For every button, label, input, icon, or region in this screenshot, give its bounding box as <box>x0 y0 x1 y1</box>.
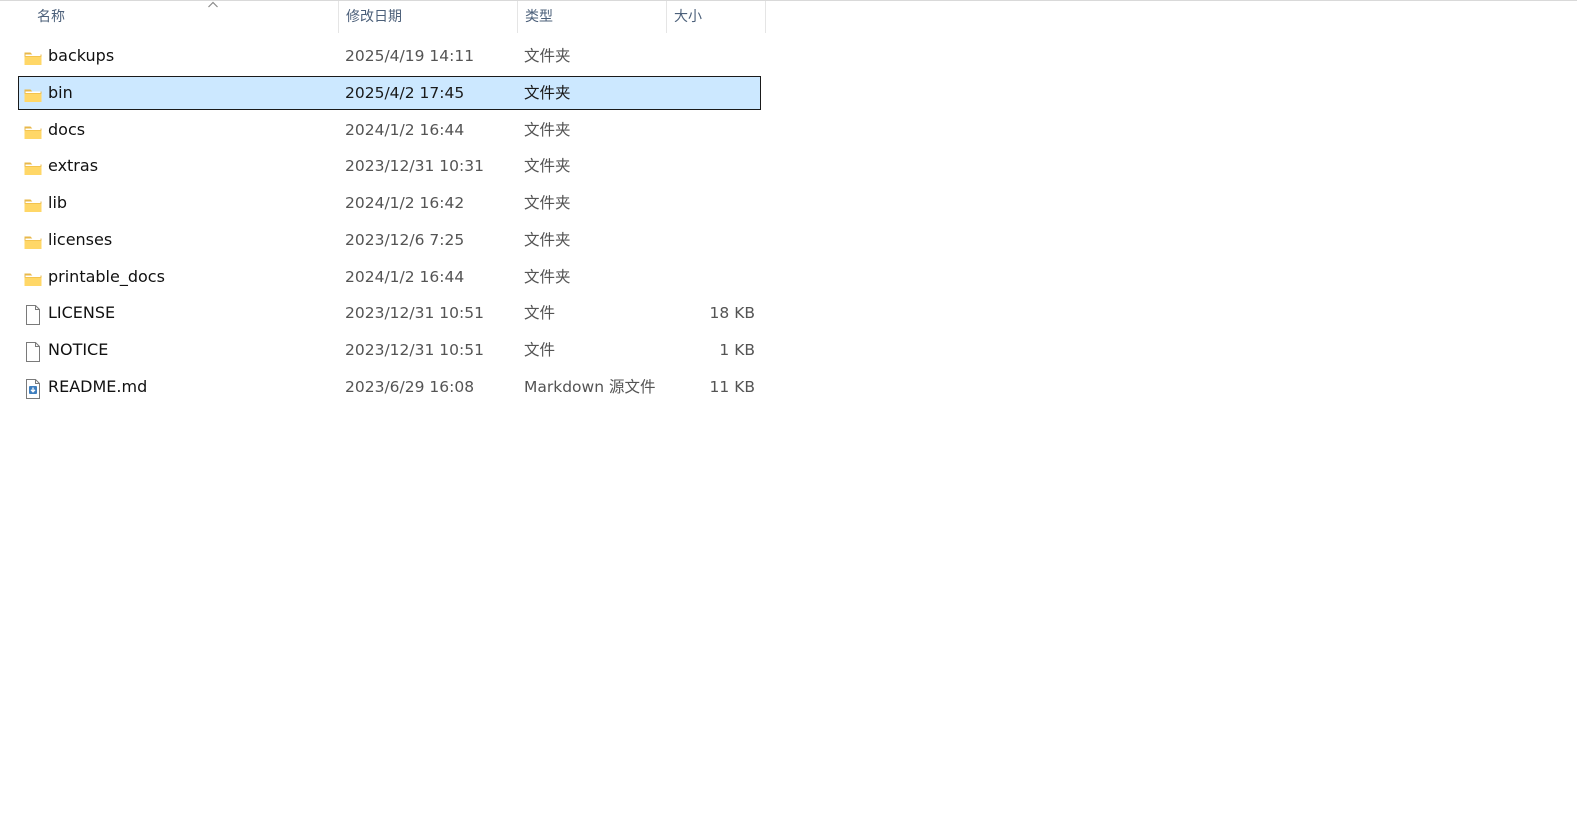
file-row-selected[interactable]: bin 2025/4/2 17:45 文件夹 <box>18 75 761 110</box>
column-header-name[interactable]: 名称 <box>30 1 338 33</box>
folder-icon <box>23 46 43 66</box>
file-name: licenses <box>48 229 113 249</box>
file-type: 文件夹 <box>524 47 571 65</box>
file-date-modified: 2023/12/31 10:51 <box>345 304 484 323</box>
file-size: 18 KB <box>709 304 755 323</box>
file-size: 1 KB <box>719 341 755 359</box>
column-header-date[interactable]: 修改日期 <box>338 1 517 33</box>
file-name: backups <box>48 46 115 65</box>
file-name: docs <box>48 119 86 139</box>
file-type: Markdown 源文件 <box>524 377 656 396</box>
column-header-bar: 名称 修改日期 类型 大小 <box>0 1 766 33</box>
folder-icon <box>23 267 43 287</box>
file-name: printable_docs <box>48 266 165 286</box>
file-type: 文件夹 <box>524 267 571 286</box>
file-type: 文件夹 <box>524 194 571 212</box>
file-date-modified: 2023/6/29 16:08 <box>345 377 475 396</box>
folder-icon <box>23 156 43 176</box>
file-date-modified: 2025/4/19 14:11 <box>345 47 475 65</box>
file-size: 11 KB <box>709 377 755 396</box>
file-icon <box>23 340 43 362</box>
file-name: README.md <box>48 376 148 396</box>
file-list: backups 2025/4/19 14:11 文件夹 bin 2025/4/2… <box>18 39 761 407</box>
file-row[interactable]: README.md 2023/6/29 16:08 Markdown 源文件 1… <box>18 370 761 404</box>
file-date-modified: 2025/4/2 17:45 <box>345 83 465 102</box>
column-header-size-label: 大小 <box>674 9 702 25</box>
file-date-modified: 2024/1/2 16:44 <box>345 267 465 286</box>
file-date-modified: 2024/1/2 16:42 <box>345 194 465 212</box>
folder-icon <box>23 230 43 250</box>
file-date-modified: 2023/12/31 10:51 <box>345 341 484 359</box>
column-header-type-label: 类型 <box>525 9 553 25</box>
markdown-file-icon <box>23 377 43 399</box>
file-date-modified: 2023/12/31 10:31 <box>345 157 484 176</box>
file-row[interactable]: LICENSE 2023/12/31 10:51 文件 18 KB <box>18 296 761 330</box>
file-type: 文件夹 <box>524 83 571 102</box>
file-row[interactable]: lib 2024/1/2 16:42 文件夹 <box>18 186 761 220</box>
file-row[interactable]: licenses 2023/12/6 7:25 文件夹 <box>18 223 761 257</box>
file-type: 文件夹 <box>524 120 571 139</box>
column-header-size[interactable]: 大小 <box>666 1 766 33</box>
file-name: lib <box>48 193 68 212</box>
file-type: 文件 <box>524 304 556 323</box>
folder-icon <box>23 193 43 213</box>
file-name: NOTICE <box>48 340 109 359</box>
file-row[interactable]: backups 2025/4/19 14:11 文件夹 <box>18 39 761 73</box>
folder-icon <box>23 120 43 140</box>
folder-icon <box>23 83 43 103</box>
file-row[interactable]: NOTICE 2023/12/31 10:51 文件 1 KB <box>18 333 761 367</box>
file-name: LICENSE <box>48 303 116 323</box>
file-name: extras <box>48 156 99 176</box>
file-type: 文件 <box>524 341 556 359</box>
column-header-type[interactable]: 类型 <box>517 1 666 33</box>
file-row[interactable]: extras 2023/12/31 10:31 文件夹 <box>18 149 761 183</box>
file-type: 文件夹 <box>524 230 571 249</box>
file-row[interactable]: printable_docs 2024/1/2 16:44 文件夹 <box>18 260 761 294</box>
sort-ascending-icon <box>208 1 218 8</box>
file-date-modified: 2024/1/2 16:44 <box>345 120 465 139</box>
file-type: 文件夹 <box>524 157 571 176</box>
file-date-modified: 2023/12/6 7:25 <box>345 230 465 249</box>
column-header-name-label: 名称 <box>37 9 65 25</box>
column-header-date-label: 修改日期 <box>346 9 402 25</box>
file-icon <box>23 303 43 326</box>
file-name: bin <box>48 82 73 102</box>
file-row[interactable]: docs 2024/1/2 16:44 文件夹 <box>18 113 761 147</box>
